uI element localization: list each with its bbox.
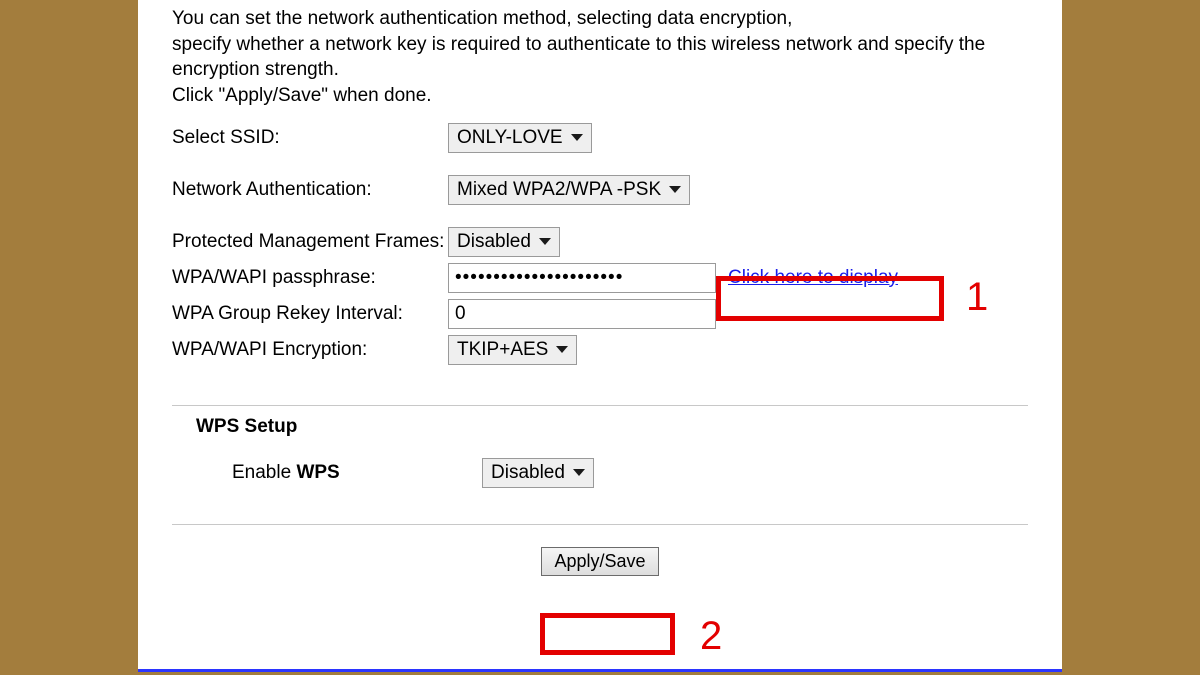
wps-row: Enable WPS Disabled — [232, 458, 1028, 488]
encryption-label: WPA/WAPI Encryption: — [172, 339, 448, 361]
intro-text: You can set the network authentication m… — [172, 6, 1028, 109]
passphrase-input[interactable] — [448, 263, 716, 293]
apply-save-button[interactable]: Apply/Save — [541, 547, 658, 576]
display-passphrase-link[interactable]: Click here to display — [728, 267, 898, 289]
divider — [172, 524, 1028, 525]
auth-value: Mixed WPA2/WPA -PSK — [457, 178, 661, 202]
auth-label: Network Authentication: — [172, 179, 448, 201]
encryption-select[interactable]: TKIP+AES — [448, 335, 577, 365]
rekey-label: WPA Group Rekey Interval: — [172, 303, 448, 325]
pmf-value: Disabled — [457, 230, 531, 254]
pmf-label: Protected Management Frames: — [172, 230, 448, 254]
security-form: Select SSID: ONLY-LOVE Network Authentic… — [172, 123, 1028, 576]
chevron-down-icon — [556, 346, 568, 353]
wps-section-title: WPS Setup — [196, 416, 1028, 438]
ssid-label: Select SSID: — [172, 127, 448, 149]
chevron-down-icon — [669, 186, 681, 193]
chevron-down-icon — [571, 134, 583, 141]
ssid-value: ONLY-LOVE — [457, 126, 563, 150]
chevron-down-icon — [573, 469, 585, 476]
intro-line-2: specify whether a network key is require… — [172, 34, 985, 81]
settings-panel: You can set the network authentication m… — [138, 0, 1062, 672]
ssid-select[interactable]: ONLY-LOVE — [448, 123, 592, 153]
encryption-value: TKIP+AES — [457, 338, 548, 362]
rekey-input[interactable] — [448, 299, 716, 329]
wps-value: Disabled — [491, 461, 565, 485]
enable-wps-select[interactable]: Disabled — [482, 458, 594, 488]
enable-wps-label: Enable WPS — [232, 462, 482, 484]
passphrase-label: WPA/WAPI passphrase: — [172, 267, 448, 289]
intro-line-1: You can set the network authentication m… — [172, 8, 792, 29]
chevron-down-icon — [539, 238, 551, 245]
network-auth-select[interactable]: Mixed WPA2/WPA -PSK — [448, 175, 690, 205]
intro-line-3: Click "Apply/Save" when done. — [172, 85, 432, 106]
pmf-select[interactable]: Disabled — [448, 227, 560, 257]
divider — [172, 405, 1028, 406]
